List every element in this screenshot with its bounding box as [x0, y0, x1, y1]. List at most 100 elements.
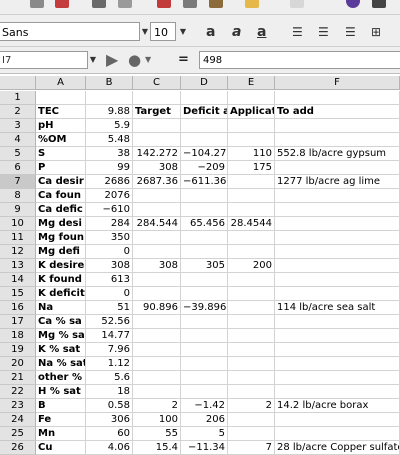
cell-a[interactable]: pH: [36, 119, 86, 133]
cell-d[interactable]: [181, 287, 228, 301]
cell-f[interactable]: [275, 329, 400, 343]
cell-c[interactable]: [133, 203, 181, 217]
cell-a[interactable]: Na % sat: [36, 357, 86, 371]
font-name-box[interactable]: Sans: [0, 22, 140, 41]
cell-c[interactable]: 308: [133, 259, 181, 273]
column-header-b[interactable]: B: [86, 76, 133, 90]
cell-b[interactable]: 5.6: [86, 371, 133, 385]
cell-f[interactable]: [275, 371, 400, 385]
cell-b[interactable]: 0: [86, 245, 133, 259]
row-header[interactable]: 20: [0, 357, 36, 371]
cell-d[interactable]: −1.42: [181, 399, 228, 413]
cell-c[interactable]: [133, 133, 181, 147]
cell-b[interactable]: 1.12: [86, 357, 133, 371]
name-box[interactable]: I7: [0, 51, 88, 69]
cell-e[interactable]: [228, 189, 275, 203]
cell-e[interactable]: [228, 427, 275, 441]
cell-b[interactable]: 0: [86, 287, 133, 301]
cell-e[interactable]: [228, 203, 275, 217]
copy-icon[interactable]: [183, 0, 197, 8]
cell-e[interactable]: 200: [228, 259, 275, 273]
cell-c[interactable]: 90.896: [133, 301, 181, 315]
cell-d[interactable]: [181, 371, 228, 385]
cell-a[interactable]: Cu: [36, 441, 86, 455]
cell-a[interactable]: Ca % sa: [36, 315, 86, 329]
cell-f[interactable]: [275, 217, 400, 231]
function-wizard-icon[interactable]: ▶: [106, 51, 118, 69]
row-header[interactable]: 7: [0, 175, 36, 189]
cell-a[interactable]: other %: [36, 371, 86, 385]
spellcheck-icon[interactable]: [92, 0, 106, 8]
equals-icon[interactable]: =: [178, 51, 189, 69]
formula-input[interactable]: 498: [199, 51, 400, 69]
cell-e[interactable]: Applicat: [228, 105, 275, 119]
cell-c[interactable]: [133, 357, 181, 371]
cell-e[interactable]: [228, 371, 275, 385]
cell-d[interactable]: [181, 203, 228, 217]
row-header[interactable]: 4: [0, 133, 36, 147]
cell-d[interactable]: [181, 329, 228, 343]
cell-a[interactable]: Mg foun: [36, 231, 86, 245]
cell-a[interactable]: B: [36, 399, 86, 413]
cell-d[interactable]: −209: [181, 161, 228, 175]
cell-b[interactable]: 4.06: [86, 441, 133, 455]
cell-f[interactable]: [275, 189, 400, 203]
cell-e[interactable]: 175: [228, 161, 275, 175]
cell-f[interactable]: [275, 427, 400, 441]
paste-icon[interactable]: [209, 0, 223, 8]
cell-d[interactable]: [181, 343, 228, 357]
cell-e[interactable]: [228, 315, 275, 329]
cell-a[interactable]: Ca desir: [36, 175, 86, 189]
undo-icon[interactable]: [245, 0, 259, 8]
cell-d[interactable]: [181, 385, 228, 399]
cell-a[interactable]: Mg desi: [36, 217, 86, 231]
cell-f[interactable]: [275, 161, 400, 175]
cell-b[interactable]: 350: [86, 231, 133, 245]
row-header[interactable]: 25: [0, 427, 36, 441]
cell-e[interactable]: [228, 231, 275, 245]
cell-d[interactable]: [181, 231, 228, 245]
cell-f[interactable]: [275, 245, 400, 259]
column-header-e[interactable]: E: [228, 76, 275, 90]
cell-e[interactable]: [228, 413, 275, 427]
cell-a[interactable]: %OM: [36, 133, 86, 147]
cell-a[interactable]: S: [36, 147, 86, 161]
font-size-dropdown-icon[interactable]: ▼: [178, 22, 188, 41]
cell-e[interactable]: 2: [228, 399, 275, 413]
cell-b[interactable]: −610: [86, 203, 133, 217]
cell-a[interactable]: Na: [36, 301, 86, 315]
cell-a[interactable]: Ca foun: [36, 189, 86, 203]
row-header[interactable]: 14: [0, 273, 36, 287]
cell-d[interactable]: 5: [181, 427, 228, 441]
font-size-box[interactable]: 10: [150, 22, 176, 41]
cell-f[interactable]: [275, 315, 400, 329]
cell-c[interactable]: 142.272: [133, 147, 181, 161]
cell-d[interactable]: [181, 91, 228, 105]
cell-a[interactable]: P: [36, 161, 86, 175]
cell-b[interactable]: 613: [86, 273, 133, 287]
cell-c[interactable]: [133, 315, 181, 329]
cell-f[interactable]: To add: [275, 105, 400, 119]
select-all-corner[interactable]: [0, 76, 36, 90]
cell-c[interactable]: 55: [133, 427, 181, 441]
cell-b[interactable]: 0.58: [86, 399, 133, 413]
cell-e[interactable]: [228, 119, 275, 133]
cell-f[interactable]: 552.8 lb/acre gypsum: [275, 147, 400, 161]
cell-f[interactable]: [275, 413, 400, 427]
cell-d[interactable]: [181, 315, 228, 329]
name-box-dropdown-icon[interactable]: ▼: [88, 51, 98, 69]
cell-e[interactable]: [228, 287, 275, 301]
cell-a[interactable]: [36, 91, 86, 105]
cell-d[interactable]: [181, 119, 228, 133]
cut-icon[interactable]: [157, 0, 171, 8]
row-header[interactable]: 5: [0, 147, 36, 161]
cell-d[interactable]: −104.27: [181, 147, 228, 161]
row-header[interactable]: 13: [0, 259, 36, 273]
cell-e[interactable]: [228, 273, 275, 287]
row-header[interactable]: 12: [0, 245, 36, 259]
cell-e[interactable]: [228, 91, 275, 105]
cell-f[interactable]: 114 lb/acre sea salt: [275, 301, 400, 315]
cell-c[interactable]: 308: [133, 161, 181, 175]
cell-d[interactable]: [181, 133, 228, 147]
merge-cells-icon[interactable]: ⊞: [371, 24, 381, 40]
